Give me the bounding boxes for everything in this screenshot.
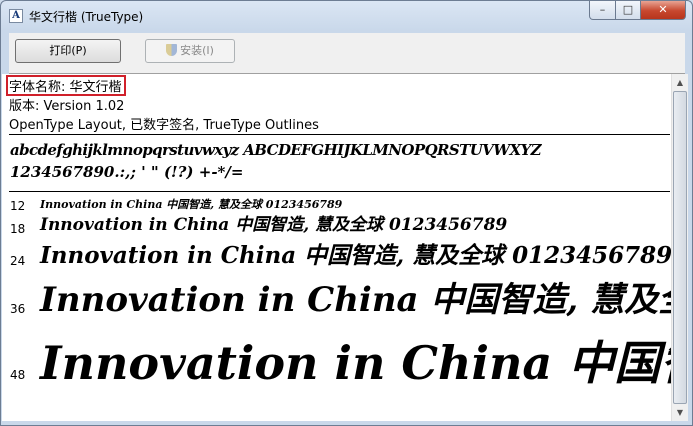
sample-text: Innovation in China 中国智造, 慧及全球 012345678…: [40, 242, 671, 269]
sample-size-label: 12: [10, 199, 26, 213]
sample-text: Innovation in China 中国智造, 慧及全球 012345678…: [40, 198, 343, 211]
sample-row-12: 12 Innovation in China 中国智造, 慧及全球 012345…: [2, 196, 671, 213]
charset-digits-symbols: 1234567890.:,; ' " (!?) +-*/=: [10, 163, 244, 181]
font-features-line: OpenType Layout, 已数字签名, TrueType Outline…: [9, 118, 319, 133]
scroll-up-arrow-icon[interactable]: ▲: [672, 74, 688, 91]
font-name-line: 字体名称: 华文行楷: [9, 80, 122, 95]
sample-row-18: 18 Innovation in China 中国智造, 慧及全球 012345…: [2, 215, 671, 237]
sample-size-label: 18: [10, 222, 26, 236]
install-button-label: 安装(I): [180, 44, 214, 57]
divider: [9, 191, 670, 192]
install-button[interactable]: 安装(I): [145, 39, 235, 63]
charset-letters: abcdefghijklmnopqrstuvwxyz ABCDEFGHIJKLM…: [10, 141, 542, 159]
sample-row-48: 48 Innovation in China 中国智造, 慧及全球 012345…: [2, 330, 671, 386]
vertical-scrollbar[interactable]: ▲ ▼: [671, 74, 688, 421]
sample-text: Innovation in China 中国智造, 慧及全球 012345678…: [40, 336, 671, 390]
font-preview-pane: 字体名称: 华文行楷 版本: Version 1.02 OpenType Lay…: [2, 74, 671, 421]
sample-size-label: 36: [10, 302, 26, 316]
sample-row-36: 36 Innovation in China 中国智造, 慧及全球 012345…: [2, 275, 671, 317]
sample-row-24: 24 Innovation in China 中国智造, 慧及全球 012345…: [2, 239, 671, 268]
font-viewer-window: A 华文行楷 (TrueType) – □ ✕ 打印(P) 安装(I) 字体名称…: [0, 0, 693, 426]
minimize-button[interactable]: –: [589, 1, 616, 20]
sample-size-label: 48: [10, 368, 26, 382]
maximize-button[interactable]: □: [615, 1, 641, 20]
toolbar: 打印(P) 安装(I): [9, 33, 685, 74]
font-version-line: 版本: Version 1.02: [9, 99, 125, 114]
window-title: 华文行楷 (TrueType): [29, 10, 144, 24]
divider: [9, 134, 670, 135]
sample-size-label: 24: [10, 254, 26, 268]
print-button[interactable]: 打印(P): [15, 39, 121, 63]
title-bar[interactable]: A 华文行楷 (TrueType) – □ ✕: [1, 1, 692, 31]
uac-shield-icon: [166, 44, 178, 56]
sample-text: Innovation in China 中国智造, 慧及全球 012345678…: [40, 280, 671, 320]
close-button[interactable]: ✕: [640, 1, 686, 20]
scrollbar-thumb[interactable]: [673, 91, 687, 404]
print-button-label: 打印(P): [49, 44, 87, 57]
sample-text: Innovation in China 中国智造, 慧及全球 012345678…: [40, 215, 508, 235]
font-file-icon: A: [9, 9, 23, 23]
scroll-down-arrow-icon[interactable]: ▼: [672, 404, 688, 421]
